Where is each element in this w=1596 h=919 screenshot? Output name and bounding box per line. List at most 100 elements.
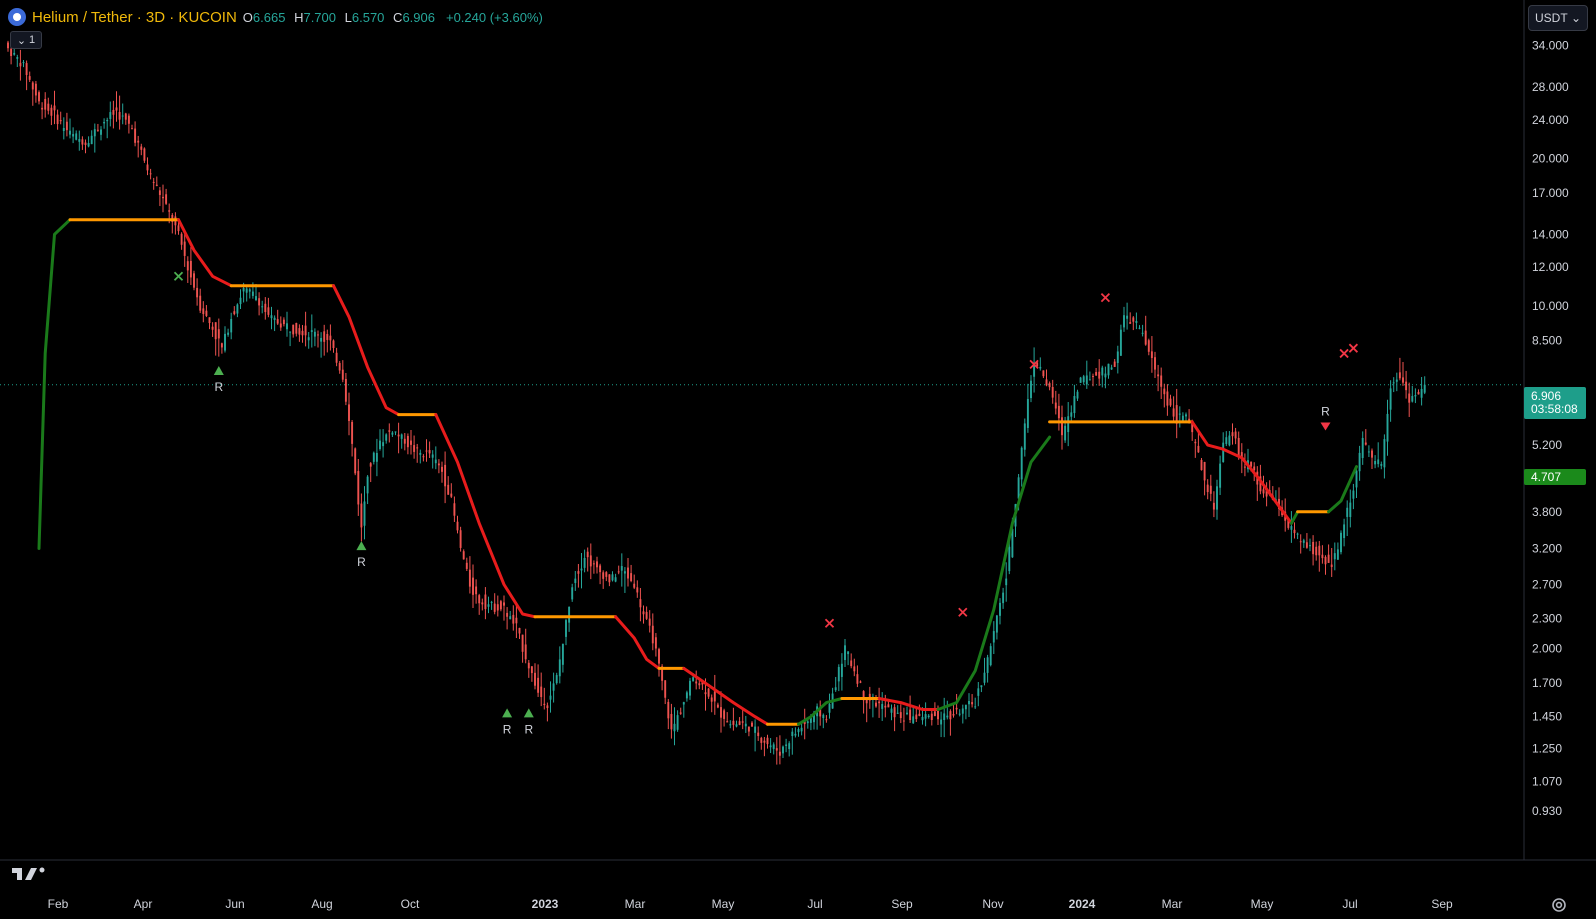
y-tick-label: 34.000: [1532, 39, 1569, 53]
candle-body: [1039, 366, 1042, 369]
candle-body: [1082, 376, 1085, 383]
candle-body: [689, 680, 691, 696]
candle-body: [521, 634, 524, 652]
candle-body: [320, 337, 323, 342]
candle-body: [924, 714, 927, 719]
candle-body: [258, 298, 261, 306]
candle-body: [518, 627, 521, 634]
candle-body: [1309, 545, 1311, 547]
candle-body: [1045, 379, 1048, 386]
indicators-toggle-button[interactable]: ⌄ 1: [10, 31, 42, 49]
price-change: +0.240 (+3.60%): [445, 9, 543, 25]
price-chart[interactable]: RRR RR 34.00028.00024.00020.00017.00014.0…: [0, 0, 1596, 916]
candle-body: [580, 568, 583, 571]
trend-segment-down: [177, 218, 233, 288]
candle-body: [1166, 391, 1169, 406]
candle-body: [782, 746, 784, 754]
x-tick-label: Aug: [311, 897, 332, 911]
candle-body: [1219, 463, 1222, 488]
candle-body: [577, 571, 580, 574]
candle-body: [313, 331, 316, 337]
candle-body: [639, 599, 642, 608]
candle-body: [788, 743, 791, 750]
candle-body: [506, 612, 509, 617]
candle-body: [310, 330, 313, 332]
candle-body: [710, 697, 713, 702]
candle-body: [248, 289, 251, 292]
candle-body: [1107, 363, 1110, 376]
candle-body: [1371, 450, 1373, 458]
candle-body: [1228, 435, 1231, 446]
cross-signal-icon: [1100, 293, 1111, 303]
candle-body: [369, 463, 372, 467]
indicator-price-tag: 4.707: [1524, 469, 1586, 485]
y-tick-label: 1.700: [1532, 676, 1562, 690]
candle-body: [112, 109, 115, 115]
candle-body: [955, 707, 958, 710]
candle-body: [667, 701, 670, 719]
candle-body: [366, 476, 369, 494]
symbol-title[interactable]: Helium / Tether · 3D · KUCOIN: [32, 9, 237, 26]
arrow-up-signal-icon: [523, 708, 534, 718]
candle-body: [797, 729, 800, 733]
candle-body: [620, 566, 623, 571]
candle-body: [800, 727, 803, 732]
candle-body: [775, 748, 778, 751]
y-tick-label: 2.300: [1532, 612, 1562, 626]
candle-body: [1398, 372, 1401, 379]
candle-body: [304, 325, 307, 336]
arrow-up-signal-icon: [502, 708, 513, 718]
candle-body: [571, 587, 574, 600]
candle-body: [124, 113, 127, 120]
y-axis[interactable]: 34.000 28.000 24.000 20.000 17.000 14.000 12.0…: [1532, 39, 1569, 819]
candle-body: [475, 586, 478, 595]
candle-body: [115, 107, 118, 111]
candle-body: [1237, 437, 1240, 456]
candle-body: [1380, 464, 1383, 466]
candle-body: [1116, 351, 1119, 363]
candle-body: [654, 637, 657, 649]
candle-body: [856, 674, 859, 684]
cross-signal-icon: [824, 618, 835, 628]
candle-body: [295, 322, 298, 334]
candle-body: [400, 434, 403, 439]
y-tick-label: 1.070: [1532, 774, 1562, 788]
candle-body: [332, 340, 335, 349]
candle-body: [53, 105, 56, 111]
candle-body: [224, 333, 226, 351]
candle-body: [270, 315, 273, 319]
candles: [7, 36, 1426, 765]
currency-select[interactable]: USDT ⌄: [1528, 5, 1588, 31]
candle-body: [524, 644, 527, 660]
candle-body: [1367, 451, 1370, 453]
candle-body: [1417, 391, 1420, 395]
candle-body: [177, 225, 180, 232]
candle-body: [1101, 367, 1104, 376]
candle-body: [1073, 395, 1076, 414]
candle-body: [1377, 459, 1380, 465]
candle-body: [1023, 423, 1026, 450]
candle-body: [1185, 414, 1187, 417]
trend-segment-up: [1327, 465, 1358, 514]
candle-body: [1005, 578, 1008, 586]
settings-gear-icon[interactable]: [1550, 896, 1568, 914]
candle-body: [1172, 408, 1175, 417]
candle-body: [1002, 592, 1005, 604]
candle-body: [214, 322, 217, 340]
candle-body: [1150, 351, 1153, 358]
candle-body: [202, 308, 205, 315]
x-axis[interactable]: Feb Apr Jun Aug Oct 2023 Mar May Jul Sep Nov 2024 Ma…: [48, 897, 1453, 911]
candle-body: [627, 567, 629, 579]
candle-body: [375, 452, 378, 462]
candle-body: [499, 601, 502, 610]
candle-body: [971, 702, 974, 705]
candle-body: [1330, 564, 1333, 567]
candle-body: [1349, 502, 1352, 518]
candle-body: [999, 602, 1001, 616]
candle-body: [1389, 388, 1392, 410]
candle-body: [540, 686, 543, 698]
candle-body: [766, 737, 769, 745]
candle-body: [698, 683, 701, 686]
candle-body: [682, 702, 685, 705]
candle-body: [630, 573, 633, 581]
